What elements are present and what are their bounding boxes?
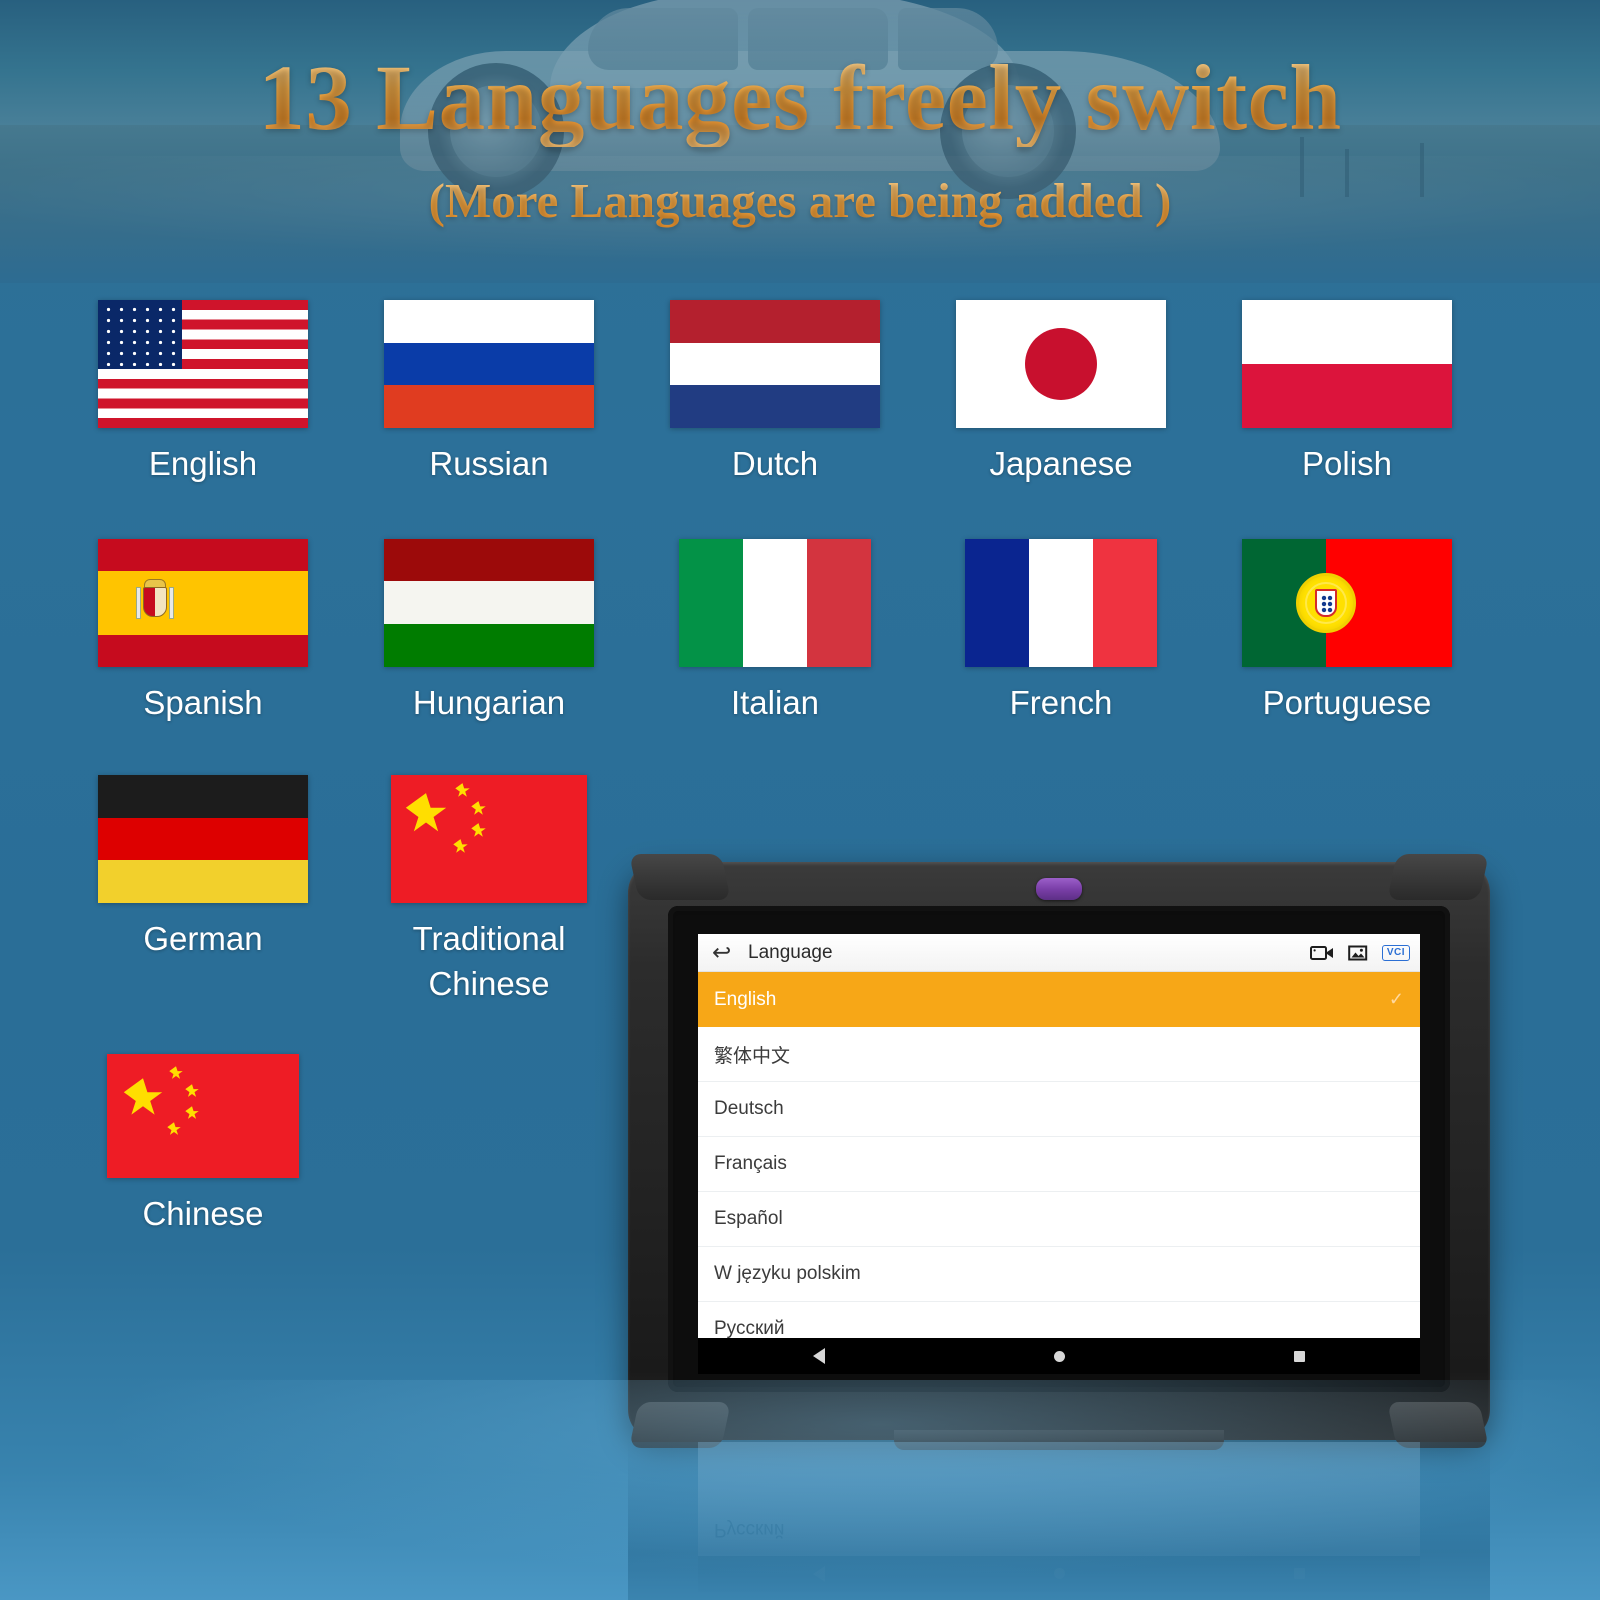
vci-label: VCI <box>1381 944 1410 961</box>
language-label: Français <box>714 1153 787 1174</box>
flag-label: English <box>148 445 258 482</box>
language-list: English ✓ 繁体中文 Deutsch Français Español … <box>698 972 1420 1357</box>
china-flag <box>107 1054 299 1179</box>
language-label: Русский <box>714 1318 785 1339</box>
germany-flag <box>98 775 308 904</box>
hero-title: 13 Languages freely switch <box>0 51 1600 147</box>
language-option-english[interactable]: English ✓ <box>698 972 1420 1027</box>
language-option-deutsch[interactable]: Deutsch <box>698 1082 1420 1137</box>
flag-item-traditional-chinese: Traditional Chinese <box>346 775 632 1006</box>
flag-label: Polish <box>1302 445 1392 482</box>
tablet-screen: ↩ Language VCI English ✓ 繁体中文 Deutsch Fr… <box>698 934 1420 1374</box>
check-icon: ✓ <box>1388 989 1404 1009</box>
tablet-corner-guard <box>1387 854 1489 900</box>
language-option-traditional-chinese[interactable]: 繁体中文 <box>698 1027 1420 1082</box>
language-label: Deutsch <box>714 1098 784 1119</box>
front-camera-icon <box>1036 878 1082 900</box>
home-nav-icon[interactable] <box>1053 1350 1065 1362</box>
android-navbar <box>698 1338 1420 1374</box>
flag-label: Dutch <box>731 445 819 482</box>
china-flag <box>391 775 587 904</box>
language-option-francais[interactable]: Français <box>698 1137 1420 1192</box>
back-nav-icon[interactable] <box>812 1348 825 1364</box>
flag-label: Spanish <box>143 683 263 721</box>
flag-label: Portuguese <box>1262 683 1432 721</box>
flag-item-polish: Polish <box>1204 300 1490 487</box>
flag-label: Russian <box>429 445 549 482</box>
flag-label: French <box>1009 683 1113 721</box>
hero-banner: 13 Languages freely switch (More Languag… <box>0 0 1600 283</box>
flag-item-italian: Italian <box>632 538 918 726</box>
language-label: English <box>714 988 777 1010</box>
vci-badge-icon[interactable]: VCI <box>1381 944 1410 961</box>
japan-flag <box>956 300 1166 428</box>
portugal-flag <box>1242 538 1452 667</box>
tablet-corner-guard <box>629 854 731 900</box>
flag-item-french: French <box>918 538 1204 726</box>
flag-item-japanese: Japanese <box>918 300 1204 487</box>
poland-flag <box>1242 300 1452 428</box>
recents-nav-icon[interactable] <box>1294 1350 1306 1362</box>
flag-row: English Russian Dutch Japanese Polish <box>60 300 1540 487</box>
flag-item-russian: Russian <box>346 300 632 487</box>
flag-label: Japanese <box>989 445 1133 482</box>
us-flag <box>98 300 308 428</box>
language-label: 繁体中文 <box>714 1045 791 1067</box>
flag-label: Italian <box>730 683 820 721</box>
language-label: Español <box>714 1208 783 1229</box>
back-arrow-icon[interactable]: ↩ <box>712 941 740 964</box>
hungary-flag <box>384 538 594 667</box>
france-flag <box>965 538 1157 667</box>
flag-item-dutch: Dutch <box>632 300 918 487</box>
language-option-polish[interactable]: W języku polskim <box>698 1247 1420 1302</box>
spain-flag <box>98 538 308 667</box>
language-option-espanol[interactable]: Español <box>698 1192 1420 1247</box>
language-label: W języku polskim <box>714 1263 861 1284</box>
flag-label: Traditional Chinese <box>412 920 566 1002</box>
video-camera-icon[interactable] <box>1309 944 1334 962</box>
flag-item-spanish: Spanish <box>60 538 346 726</box>
flag-row: Spanish Hungarian Italian French Portugu… <box>60 538 1540 726</box>
screenshot-icon[interactable] <box>1348 944 1368 962</box>
floor-glow <box>0 1380 1600 1600</box>
italy-flag <box>679 538 871 667</box>
page-root: 13 Languages freely switch (More Languag… <box>0 0 1600 1600</box>
hero-subtitle: (More Languages are being added ) <box>0 172 1600 229</box>
page-title: Language <box>748 941 833 963</box>
tablet-device: ↩ Language VCI English ✓ 繁体中文 Deutsch Fr… <box>628 854 1490 1450</box>
flag-item-english: English <box>60 300 346 487</box>
russia-flag <box>384 300 594 428</box>
flag-item-portuguese: Portuguese <box>1204 538 1490 726</box>
flag-label: German <box>143 920 263 958</box>
flag-item-chinese: Chinese <box>60 1054 346 1237</box>
flag-label: Hungarian <box>412 683 566 721</box>
app-titlebar: ↩ Language VCI <box>698 934 1420 972</box>
netherlands-flag <box>670 300 880 428</box>
flag-item-hungarian: Hungarian <box>346 538 632 726</box>
flag-item-german: German <box>60 775 346 1006</box>
flag-label: Chinese <box>142 1195 264 1233</box>
